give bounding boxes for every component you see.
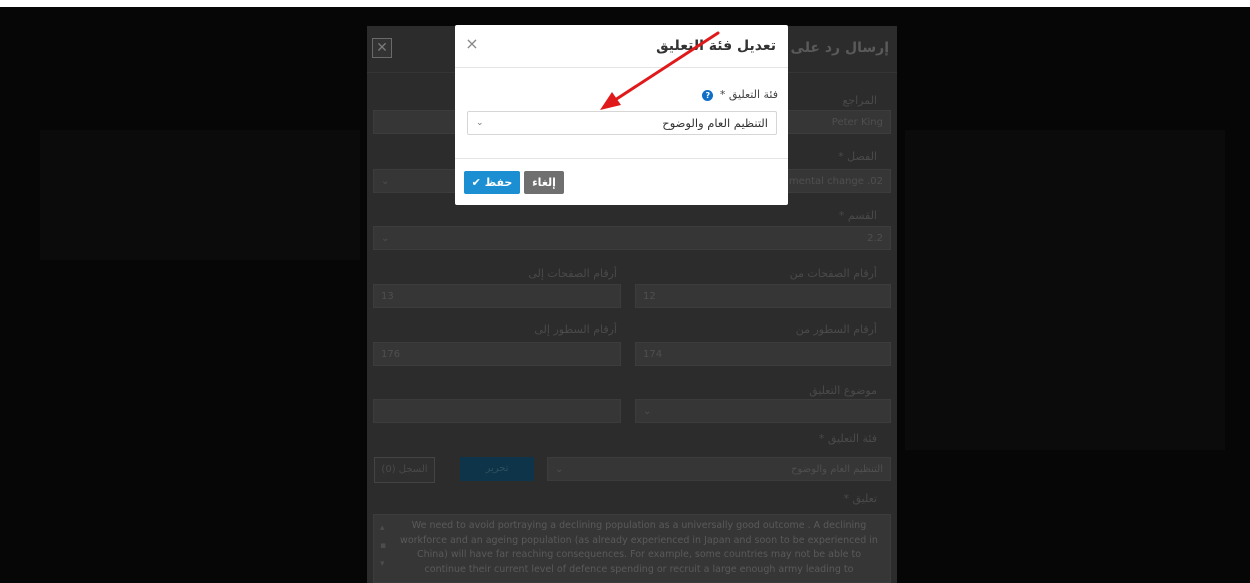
section-select[interactable]: ⌄ 2.2: [373, 226, 891, 250]
divider: [455, 158, 788, 159]
dialog-title: تعديل فئة التعليق: [656, 38, 776, 54]
comment-textarea[interactable]: ▴ ▪ ▾ We need to avoid portraying a declin…: [373, 514, 891, 583]
lines-from-value: 174: [643, 349, 663, 360]
comment-text: We need to avoid portraying a declining …: [400, 520, 878, 575]
top-strip: [0, 0, 1250, 7]
category-selected-value: التنظيم العام والوضوح: [662, 116, 768, 130]
chevron-down-icon: ⌄: [476, 118, 484, 128]
edit-button[interactable]: تحرير: [460, 457, 534, 481]
section-value: 2.2: [867, 233, 883, 244]
pages-to-label: أرقام الصفحات إلى: [528, 267, 617, 280]
chevron-down-icon: ⌄: [643, 406, 652, 417]
lines-to-label: أرقام السطور إلى: [534, 323, 617, 336]
divider: [455, 67, 788, 68]
pages-from-label: أرقام الصفحات من: [789, 267, 877, 280]
pages-to-value: 13: [381, 291, 394, 302]
lines-to-value: 176: [381, 349, 401, 360]
pages-from-input[interactable]: 12: [635, 284, 891, 308]
save-button[interactable]: ✔ حفظ: [464, 171, 520, 194]
pages-to-input[interactable]: 13: [373, 284, 621, 308]
history-button[interactable]: السجل (0): [374, 457, 435, 483]
editor-toolbar: ▴ ▪ ▾: [380, 523, 387, 569]
background-page-panel-right: [905, 130, 1225, 450]
reviewer-value: Peter King: [831, 117, 883, 128]
chevron-down-icon: ⌄: [381, 176, 390, 187]
category-label: فئة التعليق *: [818, 432, 877, 445]
category-select[interactable]: ⌄ التنظيم العام والوضوح: [467, 111, 777, 135]
section-label: القسم *: [838, 209, 877, 222]
chapter-label: الفصل *: [838, 150, 877, 163]
pages-from-value: 12: [643, 291, 656, 302]
chevron-down-icon: ⌄: [381, 233, 390, 244]
reviewer-label: المراجع: [842, 94, 877, 107]
lines-from-label: أرقام السطور من: [795, 323, 877, 336]
lines-to-input[interactable]: 176: [373, 342, 621, 366]
category-select[interactable]: ⌄ التنظيم العام والوضوح: [547, 457, 891, 481]
cancel-button[interactable]: إلغاء: [524, 171, 564, 194]
background-page-panel-left: [40, 130, 360, 260]
close-icon[interactable]: ✕: [372, 38, 392, 58]
edit-category-dialog: × تعديل فئة التعليق فئة التعليق * ? ⌄ ال…: [455, 25, 788, 205]
close-icon[interactable]: ×: [464, 36, 480, 52]
category-value: التنظيم العام والوضوح: [791, 464, 883, 475]
chevron-down-icon: ⌄: [555, 464, 564, 475]
category-field-label: فئة التعليق * ?: [702, 88, 778, 101]
topic-label: موضوع التعليق: [809, 384, 877, 397]
category-field-label-text: فئة التعليق *: [719, 88, 778, 101]
chapter-value: mental change .02: [788, 176, 883, 187]
help-icon[interactable]: ?: [702, 89, 714, 101]
topic-select[interactable]: ⌄: [635, 399, 891, 423]
dialog-header: × تعديل فئة التعليق: [455, 25, 788, 67]
lines-from-input[interactable]: 174: [635, 342, 891, 366]
to-input[interactable]: [373, 399, 621, 423]
comment-label: تعليق *: [843, 492, 878, 505]
